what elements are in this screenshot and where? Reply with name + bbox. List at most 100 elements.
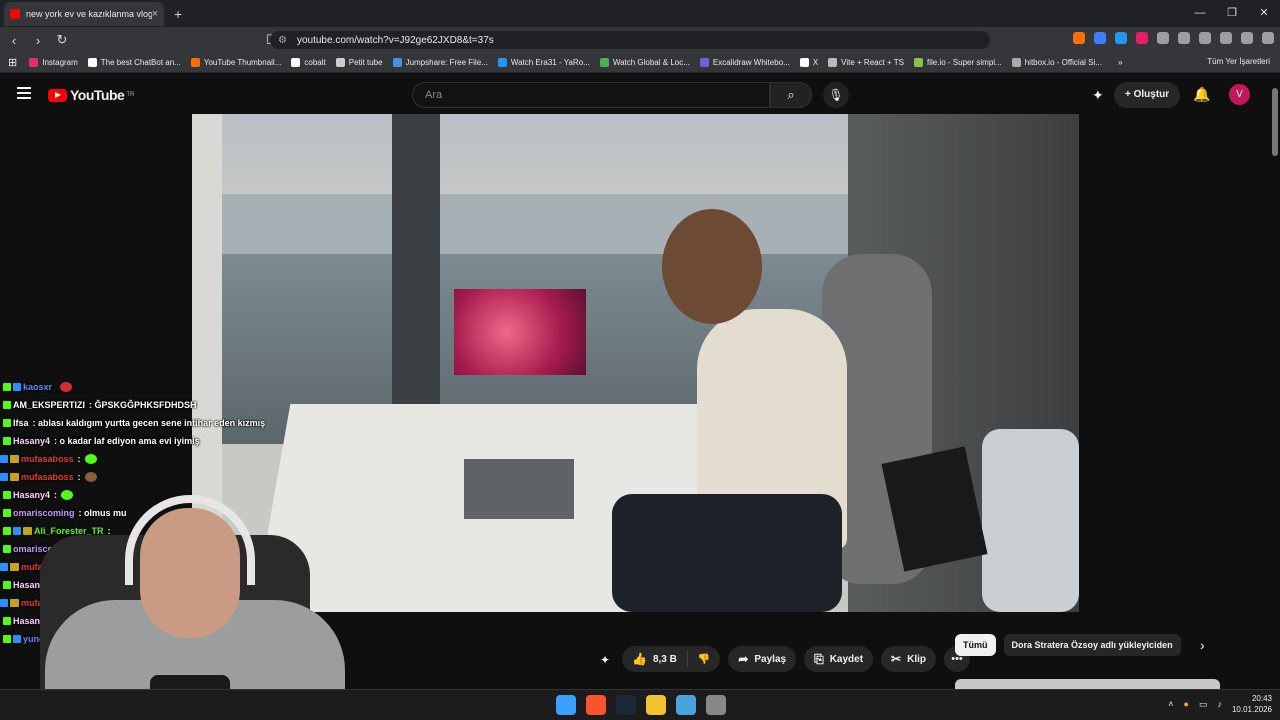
subscriber-badge-icon [0, 455, 8, 463]
minimize-button[interactable]: — [1184, 0, 1216, 27]
vpn-icon[interactable] [1241, 32, 1253, 44]
extensions-area [1073, 32, 1274, 44]
browser-tab[interactable]: new york ev ve kazıklanma vlogu × [4, 1, 164, 26]
window-controls: — ❐ ✕ [1184, 0, 1280, 27]
bookmark-item[interactable]: file.io - Super simpl... [914, 58, 1002, 67]
chat-message: Ifsa: ablası kaldıgım yurtta gecen sene … [0, 414, 300, 432]
save-button[interactable]: ⎘ Kaydet [804, 646, 874, 672]
save-label: Kaydet [829, 653, 864, 665]
share-label: Paylaş [754, 653, 787, 665]
chip-uploader[interactable]: Dora Stratera Özsoy adlı yükleyiciden [1003, 634, 1181, 656]
sparkle-icon[interactable]: ✦ [1092, 87, 1104, 104]
reload-icon[interactable]: ↻ [52, 32, 72, 48]
volume-icon[interactable]: ♪ [1217, 699, 1222, 709]
create-button[interactable]: + Oluştur [1114, 82, 1181, 108]
page-scrollbar[interactable] [1272, 88, 1278, 156]
mic-tray-icon[interactable]: ● [1184, 699, 1189, 709]
brave-shield-icon[interactable] [1073, 32, 1085, 44]
extension-icon[interactable] [1094, 32, 1106, 44]
search-input[interactable]: Ara [412, 82, 770, 108]
bookmark-favicon-icon [190, 58, 200, 67]
notifications-icon[interactable]: 🔔 [1193, 86, 1210, 103]
app-icon[interactable] [676, 695, 696, 715]
menu-icon[interactable] [1262, 32, 1274, 44]
menu-icon[interactable] [17, 87, 31, 99]
tab-title: new york ev ve kazıklanma vlogu [26, 8, 152, 19]
bookmark-item[interactable]: Jumpshare: Free File... [392, 58, 488, 67]
youtube-logo[interactable]: YouTube TR [48, 87, 134, 103]
kick-badge-icon [3, 383, 11, 391]
bookmark-item[interactable]: YouTube Thumbnail... [190, 58, 281, 67]
bookmark-favicon-icon [828, 58, 838, 67]
bookmark-label: Jumpshare: Free File... [405, 58, 488, 67]
bookmark-item[interactable]: X [799, 58, 818, 67]
bookmark-item[interactable]: Petit tube [335, 58, 383, 67]
avatar[interactable]: V [1229, 84, 1250, 105]
voice-search-button[interactable]: 🎙 [823, 82, 849, 108]
bookmark-item[interactable]: Watch Era31 - YaRo... [497, 58, 590, 67]
apps-grid-icon[interactable]: ⊞ [8, 56, 17, 69]
tab-close-button[interactable]: × [152, 8, 158, 20]
bookmarks-bar: ⊞ Instagram The best ChatBot an... YouTube… [0, 53, 1280, 73]
bookmark-item[interactable]: Watch Global & Loc... [599, 58, 690, 67]
bookmark-item[interactable]: Vite + React + TS [828, 58, 904, 67]
dislike-button[interactable]: 👎 [688, 646, 720, 672]
brave-icon[interactable] [586, 695, 606, 715]
ask-ai-icon[interactable]: ✦ [600, 653, 610, 667]
close-window-button[interactable]: ✕ [1248, 0, 1280, 27]
chevron-right-icon[interactable]: › [1200, 637, 1205, 653]
clip-label: Klip [907, 653, 926, 665]
bookmark-item[interactable]: The best ChatBot an... [87, 58, 181, 67]
video-scene [464, 459, 574, 519]
all-bookmarks[interactable]: Tüm Yer İşaretleri [1207, 57, 1270, 66]
logo-text: YouTube [70, 87, 125, 103]
chip-all[interactable]: Tümü [955, 634, 996, 656]
new-tab-button[interactable]: + [174, 6, 182, 22]
site-info-icon[interactable]: ⚙ [278, 35, 287, 46]
extension-icon[interactable] [1115, 32, 1127, 44]
mic-icon: 🎙 [828, 88, 844, 102]
bookmark-favicon-icon [799, 58, 809, 67]
bookmark-item[interactable]: cobalt [291, 58, 326, 67]
bookmark-label: The best ChatBot an... [100, 58, 181, 67]
like-button[interactable]: 👍 8,3 B [622, 646, 687, 672]
download-icon[interactable] [1199, 32, 1211, 44]
recommended-thumbnail[interactable] [955, 679, 1220, 689]
share-icon: ➦ [738, 652, 749, 666]
app-icon[interactable] [706, 695, 726, 715]
maximize-button[interactable]: ❐ [1216, 0, 1248, 27]
bookmark-label: cobalt [304, 58, 326, 67]
like-dislike-group: 👍 8,3 B 👎 [622, 646, 721, 672]
forward-icon[interactable]: › [28, 33, 48, 48]
puzzle-icon[interactable] [1157, 32, 1169, 44]
emote-icon [60, 382, 73, 392]
emote-icon [84, 454, 97, 464]
back-icon[interactable]: ‹ [4, 33, 24, 48]
chat-message: AM_EKSPERTIZI: ĞPSKGĞPHKSFDHDSH [0, 396, 300, 414]
video-actions: 👍 8,3 B 👎 ➦ Paylaş ⎘ Kaydet ✂ Klip ••• [622, 646, 970, 672]
bookmark-item[interactable]: Excalidraw Whitebo... [699, 58, 790, 67]
bookmark-label: Instagram [42, 58, 78, 67]
search-icon: ⌕ [787, 87, 795, 102]
search-button[interactable]: ⌕ [770, 82, 812, 108]
windows-start-icon[interactable] [556, 695, 576, 715]
clock[interactable]: 20:43 10.01.2026 [1232, 693, 1272, 715]
sidebar-icon[interactable] [1178, 32, 1190, 44]
url-bar[interactable]: ⚙ youtube.com/watch?v=J92ge62JXD8&t=37s [270, 31, 990, 49]
bookmark-favicon-icon [29, 58, 39, 67]
like-count: 8,3 B [652, 653, 677, 665]
bookmark-item[interactable]: hitbox.io - Official Si... [1011, 58, 1102, 67]
clip-button[interactable]: ✂ Klip [881, 646, 936, 672]
share-button[interactable]: ➦ Paylaş [728, 646, 797, 672]
bookmark-label: Petit tube [348, 58, 383, 67]
chat-username: mufasaboss [21, 454, 74, 464]
bookmarks-overflow[interactable]: » [1118, 58, 1122, 67]
chevron-up-icon[interactable]: ˄ [1168, 699, 1173, 709]
bookmark-favicon-icon [335, 58, 345, 67]
steam-icon[interactable] [616, 695, 636, 715]
music-icon[interactable] [1220, 32, 1232, 44]
folder-icon[interactable] [646, 695, 666, 715]
extension-icon[interactable] [1136, 32, 1148, 44]
network-icon[interactable]: ▭ [1199, 699, 1208, 710]
bookmark-item[interactable]: Instagram [29, 58, 78, 67]
